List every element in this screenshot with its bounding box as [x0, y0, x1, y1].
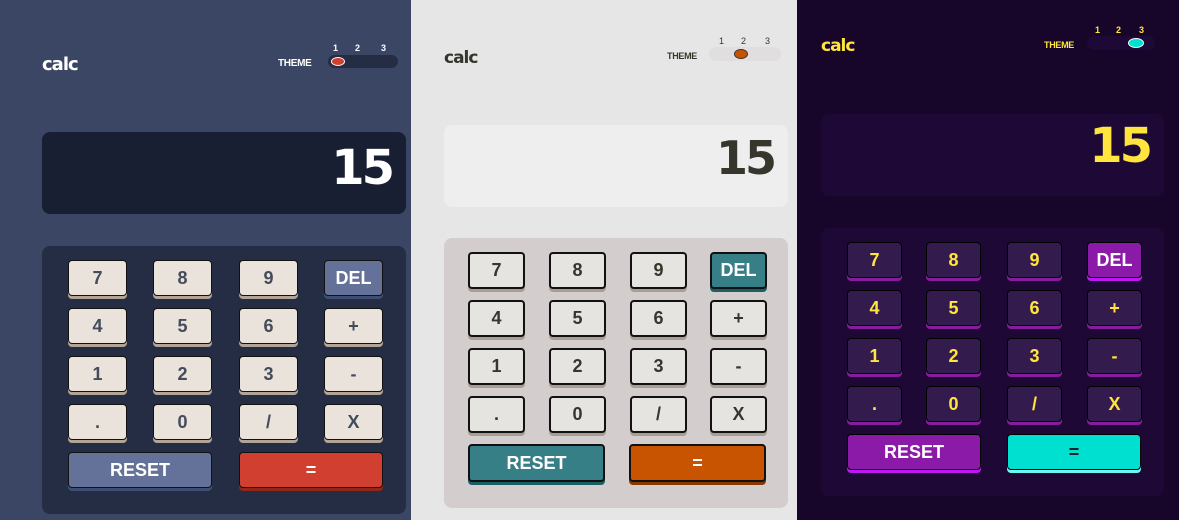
theme-number-3: 3	[381, 43, 387, 53]
keypad: 7 8 9 DEL 4 5 6 + 1 2 3 - . 0 / X RESET …	[444, 238, 788, 508]
logo: calc	[444, 48, 478, 68]
key-8[interactable]: 8	[549, 252, 606, 289]
key-divide[interactable]: /	[630, 396, 687, 433]
key-6[interactable]: 6	[1007, 290, 1062, 326]
theme-number-1: 1	[333, 43, 339, 53]
reset-button[interactable]: RESET	[468, 444, 605, 482]
key-minus[interactable]: -	[710, 348, 767, 385]
theme-numbers: 1 2 3	[333, 43, 393, 53]
key-3[interactable]: 3	[630, 348, 687, 385]
key-9[interactable]: 9	[1007, 242, 1062, 278]
theme-number-3: 3	[1139, 25, 1145, 35]
key-plus[interactable]: +	[324, 308, 383, 344]
key-decimal[interactable]: .	[468, 396, 525, 433]
reset-button[interactable]: RESET	[68, 452, 212, 488]
key-8[interactable]: 8	[926, 242, 981, 278]
theme-number-2: 2	[1116, 25, 1122, 35]
delete-button[interactable]: DEL	[710, 252, 767, 289]
theme-numbers: 1 2 3	[719, 36, 779, 46]
calculator-theme-3: calc THEME 1 2 3 15 7 8 9 DEL 4 5 6 + 1 …	[797, 0, 1179, 520]
key-decimal[interactable]: .	[847, 386, 902, 422]
theme-label: THEME	[278, 58, 312, 69]
key-3[interactable]: 3	[1007, 338, 1062, 374]
key-divide[interactable]: /	[239, 404, 298, 440]
key-4[interactable]: 4	[847, 290, 902, 326]
key-divide[interactable]: /	[1007, 386, 1062, 422]
key-0[interactable]: 0	[549, 396, 606, 433]
theme-number-2: 2	[355, 43, 361, 53]
display-value: 15	[715, 131, 777, 185]
theme-number-1: 1	[719, 36, 725, 46]
key-multiply[interactable]: X	[710, 396, 767, 433]
display-value: 15	[331, 140, 395, 196]
key-2[interactable]: 2	[153, 356, 212, 392]
theme-number-1: 1	[1095, 25, 1101, 35]
theme-toggle-knob[interactable]	[1128, 38, 1144, 48]
key-plus[interactable]: +	[1087, 290, 1142, 326]
reset-button[interactable]: RESET	[847, 434, 981, 470]
logo: calc	[821, 36, 855, 56]
display-screen: 15	[444, 125, 788, 207]
key-minus[interactable]: -	[324, 356, 383, 392]
equals-button[interactable]: =	[629, 444, 766, 482]
theme-number-3: 3	[765, 36, 771, 46]
theme-toggle-knob[interactable]	[331, 57, 345, 66]
keypad: 7 8 9 DEL 4 5 6 + 1 2 3 - . 0 / X RESET …	[821, 228, 1164, 496]
display-screen: 15	[42, 132, 406, 214]
equals-button[interactable]: =	[239, 452, 383, 488]
key-6[interactable]: 6	[239, 308, 298, 344]
key-5[interactable]: 5	[549, 300, 606, 337]
logo: calc	[42, 54, 79, 75]
key-2[interactable]: 2	[926, 338, 981, 374]
theme-label: THEME	[1044, 40, 1075, 50]
key-4[interactable]: 4	[468, 300, 525, 337]
theme-toggle-track[interactable]	[1087, 36, 1155, 50]
key-0[interactable]: 0	[153, 404, 212, 440]
key-3[interactable]: 3	[239, 356, 298, 392]
key-6[interactable]: 6	[630, 300, 687, 337]
key-minus[interactable]: -	[1087, 338, 1142, 374]
theme-toggle-knob[interactable]	[734, 49, 748, 59]
key-7[interactable]: 7	[847, 242, 902, 278]
equals-button[interactable]: =	[1007, 434, 1141, 470]
theme-number-2: 2	[741, 36, 747, 46]
keypad: 7 8 9 DEL 4 5 6 + 1 2 3 - . 0 / X RESET …	[42, 246, 406, 514]
key-multiply[interactable]: X	[324, 404, 383, 440]
calculator-theme-1: calc THEME 1 2 3 15 7 8 9 DEL 4 5 6 + 1 …	[0, 0, 411, 520]
key-5[interactable]: 5	[926, 290, 981, 326]
theme-numbers: 1 2 3	[1095, 25, 1155, 35]
key-2[interactable]: 2	[549, 348, 606, 385]
key-0[interactable]: 0	[926, 386, 981, 422]
theme-label: THEME	[667, 51, 698, 61]
key-7[interactable]: 7	[68, 260, 127, 296]
display-value: 15	[1089, 118, 1153, 174]
calculator-theme-2: calc THEME 1 2 3 15 7 8 9 DEL 4 5 6 + 1 …	[411, 0, 797, 520]
key-7[interactable]: 7	[468, 252, 525, 289]
key-plus[interactable]: +	[710, 300, 767, 337]
key-1[interactable]: 1	[468, 348, 525, 385]
key-1[interactable]: 1	[847, 338, 902, 374]
key-9[interactable]: 9	[630, 252, 687, 289]
key-8[interactable]: 8	[153, 260, 212, 296]
key-4[interactable]: 4	[68, 308, 127, 344]
display-screen: 15	[821, 114, 1164, 196]
key-decimal[interactable]: .	[68, 404, 127, 440]
key-multiply[interactable]: X	[1087, 386, 1142, 422]
key-5[interactable]: 5	[153, 308, 212, 344]
key-9[interactable]: 9	[239, 260, 298, 296]
delete-button[interactable]: DEL	[324, 260, 383, 296]
delete-button[interactable]: DEL	[1087, 242, 1142, 278]
key-1[interactable]: 1	[68, 356, 127, 392]
